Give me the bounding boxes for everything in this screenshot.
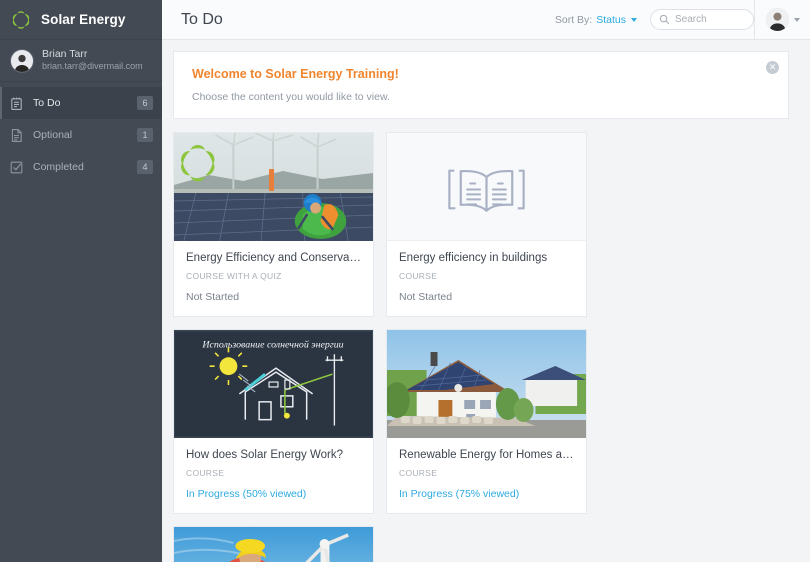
document-icon (9, 128, 24, 143)
sidebar-item-badge: 4 (137, 160, 153, 174)
course-title: Energy Efficiency and Conservat... (186, 252, 361, 264)
course-status: Not Started (186, 291, 240, 303)
sort-by-value[interactable]: Status (596, 14, 626, 26)
course-card[interactable]: Renewable Energy for Homes an... COURSE … (386, 329, 587, 514)
course-kind: COURSE (186, 468, 225, 478)
brand-header[interactable]: Solar Energy (0, 0, 162, 40)
course-kind: COURSE WITH A QUIZ (186, 271, 282, 281)
open-book-icon (387, 133, 586, 241)
search-input[interactable] (675, 14, 745, 25)
course-card-grid: Energy Efficiency and Conservat... COURS… (173, 132, 789, 562)
avatar (765, 8, 789, 31)
user-menu-button[interactable] (754, 0, 810, 40)
content-area: Welcome to Solar Energy Training! Choose… (162, 40, 810, 562)
worker-carrying-solar-panel-photo (174, 527, 373, 562)
course-title: Energy efficiency in buildings (399, 252, 548, 264)
chevron-down-icon[interactable] (631, 17, 637, 22)
chalkboard-solar-house-illustration: Использование солнечной энергии (174, 330, 373, 438)
solar-panels-worker-photo (174, 133, 373, 241)
sidebar-nav: To Do 6 Optional 1 Completed 4 (0, 82, 162, 183)
course-card[interactable]: Energy efficiency in buildings COURSE No… (386, 132, 587, 317)
brand-name: Solar Energy (41, 12, 126, 27)
topbar: To Do Sort By: Status (162, 0, 810, 40)
app-root: Solar Energy Brian Tarr brian.tarr@diver… (0, 0, 810, 562)
avatar (10, 48, 34, 73)
course-card[interactable]: Использование солнечной энергии How does… (173, 329, 374, 514)
page-title: To Do (181, 10, 223, 28)
course-title: How does Solar Energy Work? (186, 449, 344, 461)
sidebar-item-badge: 6 (137, 96, 153, 110)
sidebar-item-label: Optional (33, 129, 73, 141)
house-with-solar-roof-photo (387, 330, 586, 438)
sidebar-item-label: Completed (33, 161, 84, 173)
profile-email: brian.tarr@divermail.com (42, 61, 143, 72)
profile-name: Brian Tarr (42, 48, 88, 61)
sidebar-item-todo[interactable]: To Do 6 (0, 87, 162, 119)
course-card[interactable]: Solar Energy Advantages COURSE WITH A QU… (173, 526, 374, 562)
solar-swirl-logo-icon (10, 9, 32, 31)
sort-by-control[interactable]: Sort By: Status (555, 14, 637, 26)
check-square-icon (9, 160, 24, 175)
sidebar-item-optional[interactable]: Optional 1 (0, 119, 162, 151)
chevron-down-icon[interactable] (793, 17, 800, 22)
search-icon (659, 14, 670, 25)
sidebar-profile[interactable]: Brian Tarr brian.tarr@divermail.com (0, 40, 162, 82)
banner-subtitle: Choose the content you would like to vie… (192, 91, 390, 103)
notepad-icon (9, 96, 24, 111)
sort-by-label: Sort By: (554, 13, 593, 26)
welcome-banner: Welcome to Solar Energy Training! Choose… (173, 51, 789, 119)
course-title: Renewable Energy for Homes an... (399, 449, 574, 461)
course-status: In Progress (75% viewed) (399, 488, 520, 500)
main-area: To Do Sort By: Status Search Welcome to … (162, 0, 810, 562)
course-kind: COURSE (399, 271, 438, 281)
sidebar-item-badge: 1 (137, 128, 153, 142)
sidebar: Solar Energy Brian Tarr brian.tarr@diver… (0, 0, 162, 562)
close-icon[interactable]: ✕ (766, 61, 779, 74)
sidebar-item-label: To Do (33, 97, 61, 109)
course-status: Not Started (399, 291, 453, 303)
thumb-caption: Использование солнечной энергии (201, 339, 343, 350)
banner-title: Welcome to Solar Energy Training! (192, 67, 399, 81)
course-kind: COURSE (399, 468, 438, 478)
course-status: In Progress (50% viewed) (186, 488, 307, 500)
search-box[interactable] (650, 9, 754, 30)
sidebar-item-completed[interactable]: Completed 4 (0, 151, 162, 183)
course-card[interactable]: Energy Efficiency and Conservat... COURS… (173, 132, 374, 317)
